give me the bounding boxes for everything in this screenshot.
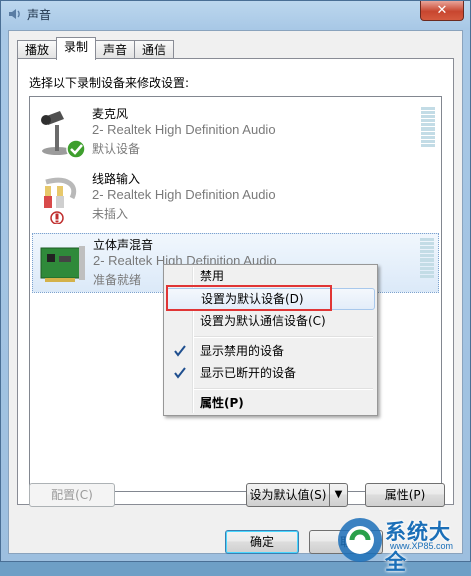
menu-item-set-default-comm-device[interactable]: 设置为默认通信设备(C) [166,310,375,332]
device-status: 未插入 [92,207,129,221]
menu-item-label: 禁用 [200,269,225,283]
microphone-icon [41,111,86,159]
panel-prompt: 选择以下录制设备来修改设置: [29,76,190,90]
configure-button[interactable]: 配置(C) [29,483,115,507]
menu-item-disable[interactable]: 禁用 [166,265,375,287]
device-item-microphone[interactable]: 麦克风 2- Realtek High Definition Audio 默认设… [32,103,439,163]
device-item-line-in[interactable]: 线路输入 2- Realtek High Definition Audio 未插… [32,168,439,228]
tab-strip: 播放 录制 声音 通信 [17,37,175,60]
title-bar[interactable]: 声音 ✕ [1,1,470,27]
device-driver: 2- Realtek High Definition Audio [92,122,276,137]
menu-item-label: 显示已断开的设备 [200,366,297,380]
properties-button[interactable]: 属性(P) [365,483,445,507]
menu-separator [194,388,373,390]
tab-sounds[interactable]: 声音 [95,40,136,59]
checkmark-icon [174,367,186,379]
device-name: 麦克风 [92,107,129,121]
chevron-down-icon: ▼ [334,489,343,500]
device-name: 立体声混音 [93,238,154,252]
menu-separator [194,336,373,338]
watermark-url: www.XP85.com [390,541,454,551]
tab-communications[interactable]: 通信 [134,40,175,59]
ok-button[interactable]: 确定 [225,530,299,554]
device-status: 默认设备 [92,142,141,156]
sound-card-icon [40,246,85,282]
speaker-icon [9,9,20,19]
level-meter [420,238,434,278]
menu-item-label: 设置为默认通信设备(C) [200,314,326,328]
checkmark-icon [174,345,186,357]
tab-playback[interactable]: 播放 [17,40,58,59]
menu-item-show-disconnected[interactable]: 显示已断开的设备 [166,362,375,384]
device-driver: 2- Realtek High Definition Audio [92,187,276,202]
close-button[interactable]: ✕ [420,1,464,21]
window-title: 声音 [27,8,52,22]
menu-item-label: 显示禁用的设备 [200,344,285,358]
close-icon: ✕ [436,3,448,18]
set-default-dropdown[interactable]: ▼ [329,483,348,507]
menu-item-label: 属性(P) [200,396,244,410]
line-in-icon [44,177,77,224]
tab-recording[interactable]: 录制 [56,37,97,60]
level-meter [421,107,435,147]
device-name: 线路输入 [92,172,141,186]
menu-item-properties[interactable]: 属性(P) [166,392,375,414]
device-status: 准备就绪 [93,273,142,287]
set-default-button[interactable]: 设为默认值(S) [246,483,330,507]
menu-item-show-disabled[interactable]: 显示禁用的设备 [166,340,375,362]
highlight-annotation-box [166,285,332,311]
